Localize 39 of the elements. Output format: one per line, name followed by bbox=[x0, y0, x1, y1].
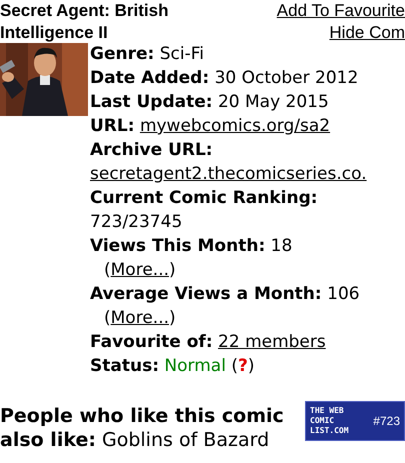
ranking-badge[interactable]: THE WEB COMIC LIST.COM #723 bbox=[305, 401, 405, 441]
field-label: Average Views a Month: bbox=[90, 284, 322, 304]
field-value: 106 bbox=[327, 284, 360, 304]
field-label: Current Comic Ranking: bbox=[90, 188, 318, 208]
help-link[interactable]: ? bbox=[238, 356, 248, 376]
paren: ( bbox=[104, 308, 111, 328]
field-label: Favourite of: bbox=[90, 332, 213, 352]
field-label: Status: bbox=[90, 356, 159, 376]
field-label: Date Added: bbox=[90, 68, 210, 88]
comic-title: Secret Agent: British Intelligence II bbox=[0, 0, 170, 44]
link[interactable]: Hide Com bbox=[329, 22, 405, 44]
paren: ( bbox=[231, 356, 238, 376]
field-label: Archive URL: bbox=[90, 140, 213, 160]
badge-text: THE WEB bbox=[310, 406, 345, 416]
field-label: Genre: bbox=[90, 44, 154, 64]
field-value: 18 bbox=[270, 236, 292, 256]
field-link[interactable]: mywebcomics.org/sa2 bbox=[140, 116, 330, 136]
paren: ) bbox=[169, 308, 176, 328]
field-link[interactable]: 22 members bbox=[218, 332, 326, 352]
more-link[interactable]: More... bbox=[110, 308, 169, 328]
paren: ) bbox=[248, 356, 254, 376]
more-link[interactable]: More... bbox=[110, 260, 169, 280]
status-value: Normal bbox=[164, 356, 226, 376]
badge-text: COMIC bbox=[310, 416, 336, 426]
link[interactable]: Add To Favourite bbox=[276, 0, 405, 22]
field-label: Views This Month: bbox=[90, 236, 266, 256]
paren: ) bbox=[169, 260, 176, 280]
comic-link[interactable]: Goblins of Bazard bbox=[102, 429, 270, 451]
rank-number: #723 bbox=[373, 413, 400, 430]
field-value: 723/23745 bbox=[90, 212, 182, 232]
related-comics-text: People who like this comic also like: Goblins of Bazard bbox=[0, 404, 285, 452]
field-value: 20 May 2015 bbox=[218, 92, 329, 112]
field-value: 30 October 2012 bbox=[214, 68, 358, 88]
field-link[interactable]: secretagent2.thecomicseries.co. bbox=[90, 164, 367, 184]
badge-text: LIST.COM bbox=[310, 426, 349, 436]
field-label: Last Update: bbox=[90, 92, 213, 112]
field-label: URL: bbox=[90, 116, 135, 136]
field-value: Sci-Fi bbox=[160, 44, 204, 64]
paren: ( bbox=[104, 260, 111, 280]
